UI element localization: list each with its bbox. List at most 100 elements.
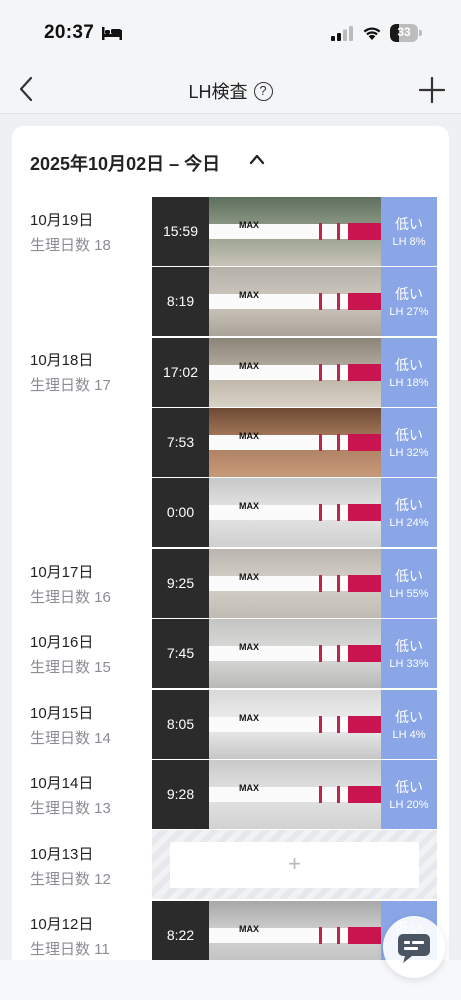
test-strip-photo: MAX (209, 338, 382, 407)
strip-max-label: MAX (239, 924, 259, 934)
lh-result: 低い LH 18% (381, 338, 437, 407)
lh-test-entry[interactable]: 8:19 MAX 低い LH 27% (152, 267, 437, 336)
entry-time: 8:19 (152, 267, 209, 336)
signal-icon (331, 26, 353, 41)
result-level: 低い (395, 497, 423, 513)
day-date: 10月18日 (30, 352, 94, 369)
result-level: 低い (395, 709, 423, 725)
nav-bar: LH検査? (0, 64, 461, 114)
empty-day-slot: + (152, 830, 437, 899)
day-label: 10月13日 生理日数 12 (30, 843, 150, 890)
result-lh-percent: LH 55% (389, 588, 429, 600)
day-date: 10月15日 (30, 705, 94, 722)
entry-time: 0:00 (152, 478, 209, 547)
result-lh-percent: LH 8% (392, 236, 426, 248)
day-label: 10月19日 生理日数 18 (30, 209, 150, 256)
day-cycle: 生理日数 15 (30, 659, 111, 676)
result-lh-percent: LH 32% (389, 447, 429, 459)
day-label: 10月17日 生理日数 16 (30, 561, 150, 608)
lh-result: 低い LH 55% (381, 549, 437, 618)
day-label: 10月14日 生理日数 13 (30, 772, 150, 819)
help-icon[interactable]: ? (253, 81, 273, 101)
test-strip-photo: MAX (209, 549, 382, 618)
lh-test-entry[interactable]: 0:00 MAX 低い LH 24% (152, 478, 437, 547)
test-strip-photo: MAX (209, 478, 382, 547)
chat-button[interactable] (383, 916, 445, 978)
test-strip-photo: MAX (209, 197, 382, 266)
lh-test-entry[interactable]: 8:05 MAX 低い LH 4% (152, 690, 437, 759)
day-cycle: 生理日数 12 (30, 871, 111, 888)
result-level: 低い (395, 427, 423, 443)
test-strip-photo: MAX (209, 760, 382, 829)
result-lh-percent: LH 24% (389, 517, 429, 529)
chat-bubble-icon (398, 934, 430, 963)
result-lh-percent: LH 27% (389, 306, 429, 318)
day-date: 10月12日 (30, 916, 94, 933)
entry-time: 7:45 (152, 619, 209, 688)
day-cycle: 生理日数 11 (30, 941, 110, 958)
day-cycle: 生理日数 16 (30, 589, 111, 606)
entry-time: 9:25 (152, 549, 209, 618)
entry-time: 7:53 (152, 408, 209, 477)
result-level: 低い (395, 779, 423, 795)
bed-icon (102, 27, 122, 40)
add-test-button[interactable]: + (170, 842, 419, 888)
lh-test-entry[interactable]: 7:45 MAX 低い LH 33% (152, 619, 437, 688)
test-strip-photo: MAX (209, 408, 382, 477)
entry-time: 8:05 (152, 690, 209, 759)
day-label: 10月12日 生理日数 11 (30, 913, 150, 960)
wifi-icon (363, 27, 381, 40)
battery-level: 33 (397, 25, 411, 39)
lh-result: 低い LH 33% (381, 619, 437, 688)
battery-indicator: 33 (390, 24, 422, 42)
result-lh-percent: LH 33% (389, 658, 429, 670)
strip-max-label: MAX (239, 431, 259, 441)
lh-result: 低い LH 27% (381, 267, 437, 336)
day-label: 10月15日 生理日数 14 (30, 702, 150, 749)
test-strip-photo: MAX (209, 690, 382, 759)
day-date: 10月19日 (30, 212, 94, 229)
nav-title-group: LH検査? (0, 78, 461, 104)
test-strip-photo: MAX (209, 267, 382, 336)
result-level: 低い (395, 216, 423, 232)
lh-test-entry[interactable]: 17:02 MAX 低い LH 18% (152, 338, 437, 407)
test-strip-photo: MAX (209, 619, 382, 688)
strip-max-label: MAX (239, 290, 259, 300)
day-date: 10月16日 (30, 634, 94, 651)
result-lh-percent: LH 20% (389, 799, 429, 811)
lh-result: 低い LH 32% (381, 408, 437, 477)
lh-test-entry[interactable]: 15:59 MAX 低い LH 8% (152, 197, 437, 266)
chevron-up-icon[interactable] (248, 152, 266, 166)
strip-max-label: MAX (239, 783, 259, 793)
lh-result: 低い LH 20% (381, 760, 437, 829)
entry-time: 17:02 (152, 338, 209, 407)
result-lh-percent: LH 4% (392, 729, 426, 741)
status-time: 20:37 (44, 22, 95, 43)
date-range-header[interactable]: 2025年10月02日 – 今日 (30, 150, 220, 176)
day-cycle: 生理日数 18 (30, 237, 111, 254)
status-bar: 20:37 33 (0, 0, 461, 64)
lh-result: 低い LH 24% (381, 478, 437, 547)
result-lh-percent: LH 18% (389, 377, 429, 389)
strip-max-label: MAX (239, 501, 259, 511)
day-date: 10月14日 (30, 775, 94, 792)
day-date: 10月17日 (30, 564, 94, 581)
day-label: 10月16日 生理日数 15 (30, 631, 150, 678)
day-label: 10月18日 生理日数 17 (30, 349, 150, 396)
result-level: 低い (395, 286, 423, 302)
strip-max-label: MAX (239, 361, 259, 371)
entry-time: 9:28 (152, 760, 209, 829)
strip-max-label: MAX (239, 220, 259, 230)
day-cycle: 生理日数 14 (30, 730, 111, 747)
lh-result: 低い LH 8% (381, 197, 437, 266)
day-cycle: 生理日数 13 (30, 800, 111, 817)
lh-test-entry[interactable]: 9:25 MAX 低い LH 55% (152, 549, 437, 618)
lh-test-entry[interactable]: 9:28 MAX 低い LH 20% (152, 760, 437, 829)
result-level: 低い (395, 357, 423, 373)
lh-test-entry[interactable]: 7:53 MAX 低い LH 32% (152, 408, 437, 477)
add-button[interactable] (416, 74, 448, 106)
strip-max-label: MAX (239, 642, 259, 652)
result-level: 低い (395, 638, 423, 654)
day-cycle: 生理日数 17 (30, 377, 111, 394)
result-level: 低い (395, 568, 423, 584)
